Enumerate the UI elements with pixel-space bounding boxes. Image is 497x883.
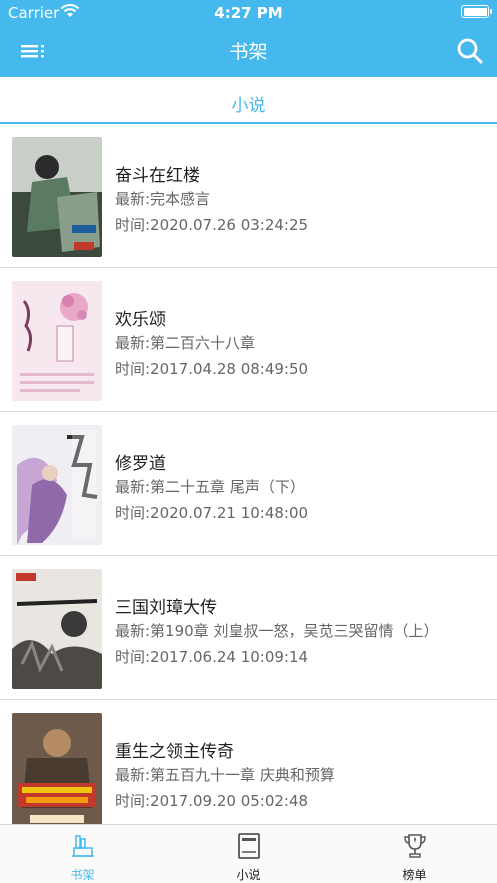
book-title: 修罗道 <box>115 454 166 474</box>
navigation-bar: 书架 <box>0 26 497 77</box>
book-cover <box>12 281 102 401</box>
page-title: 书架 <box>229 41 268 63</box>
tab-label: 榜单 <box>402 868 427 882</box>
tab-label: 小说 <box>236 868 261 882</box>
battery-icon <box>461 5 492 18</box>
book-row[interactable]: 重生之领主传奇 最新:第五百九十一章 庆典和预算 时间:2017.09.20 0… <box>0 700 497 824</box>
book-latest-chapter: 最新:第二十五章 尾声（下） <box>115 478 305 496</box>
book-latest-chapter: 最新:第190章 刘皇叔一怒，吴苋三哭留情（上） <box>115 622 439 640</box>
book-icon <box>237 833 260 859</box>
book-cover <box>12 569 102 689</box>
book-title: 奋斗在红楼 <box>115 166 200 186</box>
book-cover <box>12 425 102 545</box>
tab-ranking[interactable]: 榜单 <box>332 825 497 883</box>
book-title: 欢乐颂 <box>115 310 166 330</box>
tab-bookshelf[interactable]: 书架 <box>0 825 165 883</box>
book-update-time: 时间:2017.06.24 10:09:14 <box>115 648 309 666</box>
tab-novel[interactable]: 小说 <box>166 825 331 883</box>
book-row[interactable]: 三国刘璋大传 最新:第190章 刘皇叔一怒，吴苋三哭留情（上） 时间:2017.… <box>0 556 497 700</box>
book-cover <box>12 713 102 824</box>
book-list: 奋斗在红楼 最新:完本感言 时间:2020.07.26 03:24:25 欢乐颂… <box>0 124 497 824</box>
book-cover <box>12 137 102 257</box>
status-bar: Carrier 4:27 PM <box>0 0 497 26</box>
book-update-time: 时间:2020.07.26 03:24:25 <box>115 216 309 234</box>
book-row[interactable]: 欢乐颂 最新:第二百六十八章 时间:2017.04.28 08:49:50 <box>0 268 497 412</box>
book-title: 重生之领主传奇 <box>115 742 234 762</box>
bookshelf-icon <box>71 835 94 857</box>
book-row[interactable]: 修罗道 最新:第二十五章 尾声（下） 时间:2020.07.21 10:48:0… <box>0 412 497 556</box>
status-time: 4:27 PM <box>214 4 283 22</box>
segment-label: 小说 <box>231 96 266 116</box>
tab-label: 书架 <box>70 868 95 882</box>
book-update-time: 时间:2017.04.28 08:49:50 <box>115 360 309 378</box>
search-button[interactable] <box>455 36 485 66</box>
tab-bar: 书架 小说 榜单 <box>0 824 497 883</box>
book-latest-chapter: 最新:第五百九十一章 庆典和预算 <box>115 766 335 784</box>
book-title: 三国刘璋大传 <box>115 598 217 618</box>
app-header: Carrier 4:27 PM 书架 <box>0 0 497 77</box>
book-latest-chapter: 最新:完本感言 <box>115 190 211 208</box>
trophy-icon <box>403 834 426 858</box>
book-update-time: 时间:2017.09.20 05:02:48 <box>115 792 309 810</box>
book-row[interactable]: 奋斗在红楼 最新:完本感言 时间:2020.07.26 03:24:25 <box>0 124 497 268</box>
search-icon <box>457 38 483 64</box>
book-latest-chapter: 最新:第二百六十八章 <box>115 334 256 352</box>
category-segment[interactable]: 小说 <box>0 77 497 124</box>
book-update-time: 时间:2020.07.21 10:48:00 <box>115 504 309 522</box>
